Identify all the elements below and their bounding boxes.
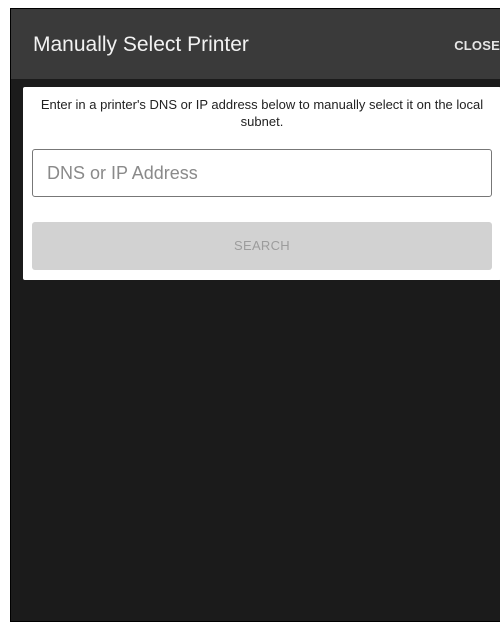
dns-or-ip-address-input[interactable]: [32, 149, 492, 197]
app-bar: Manually Select Printer CLOSE: [11, 9, 500, 79]
page-title: Manually Select Printer: [33, 33, 249, 56]
instructions-text: Enter in a printer's DNS or IP address b…: [40, 97, 484, 129]
search-button[interactable]: SEARCH: [32, 222, 492, 270]
close-button[interactable]: CLOSE: [454, 38, 500, 53]
app-screen: Manually Select Printer CLOSE Enter in a…: [10, 8, 500, 622]
manual-select-dialog: Enter in a printer's DNS or IP address b…: [23, 87, 500, 280]
